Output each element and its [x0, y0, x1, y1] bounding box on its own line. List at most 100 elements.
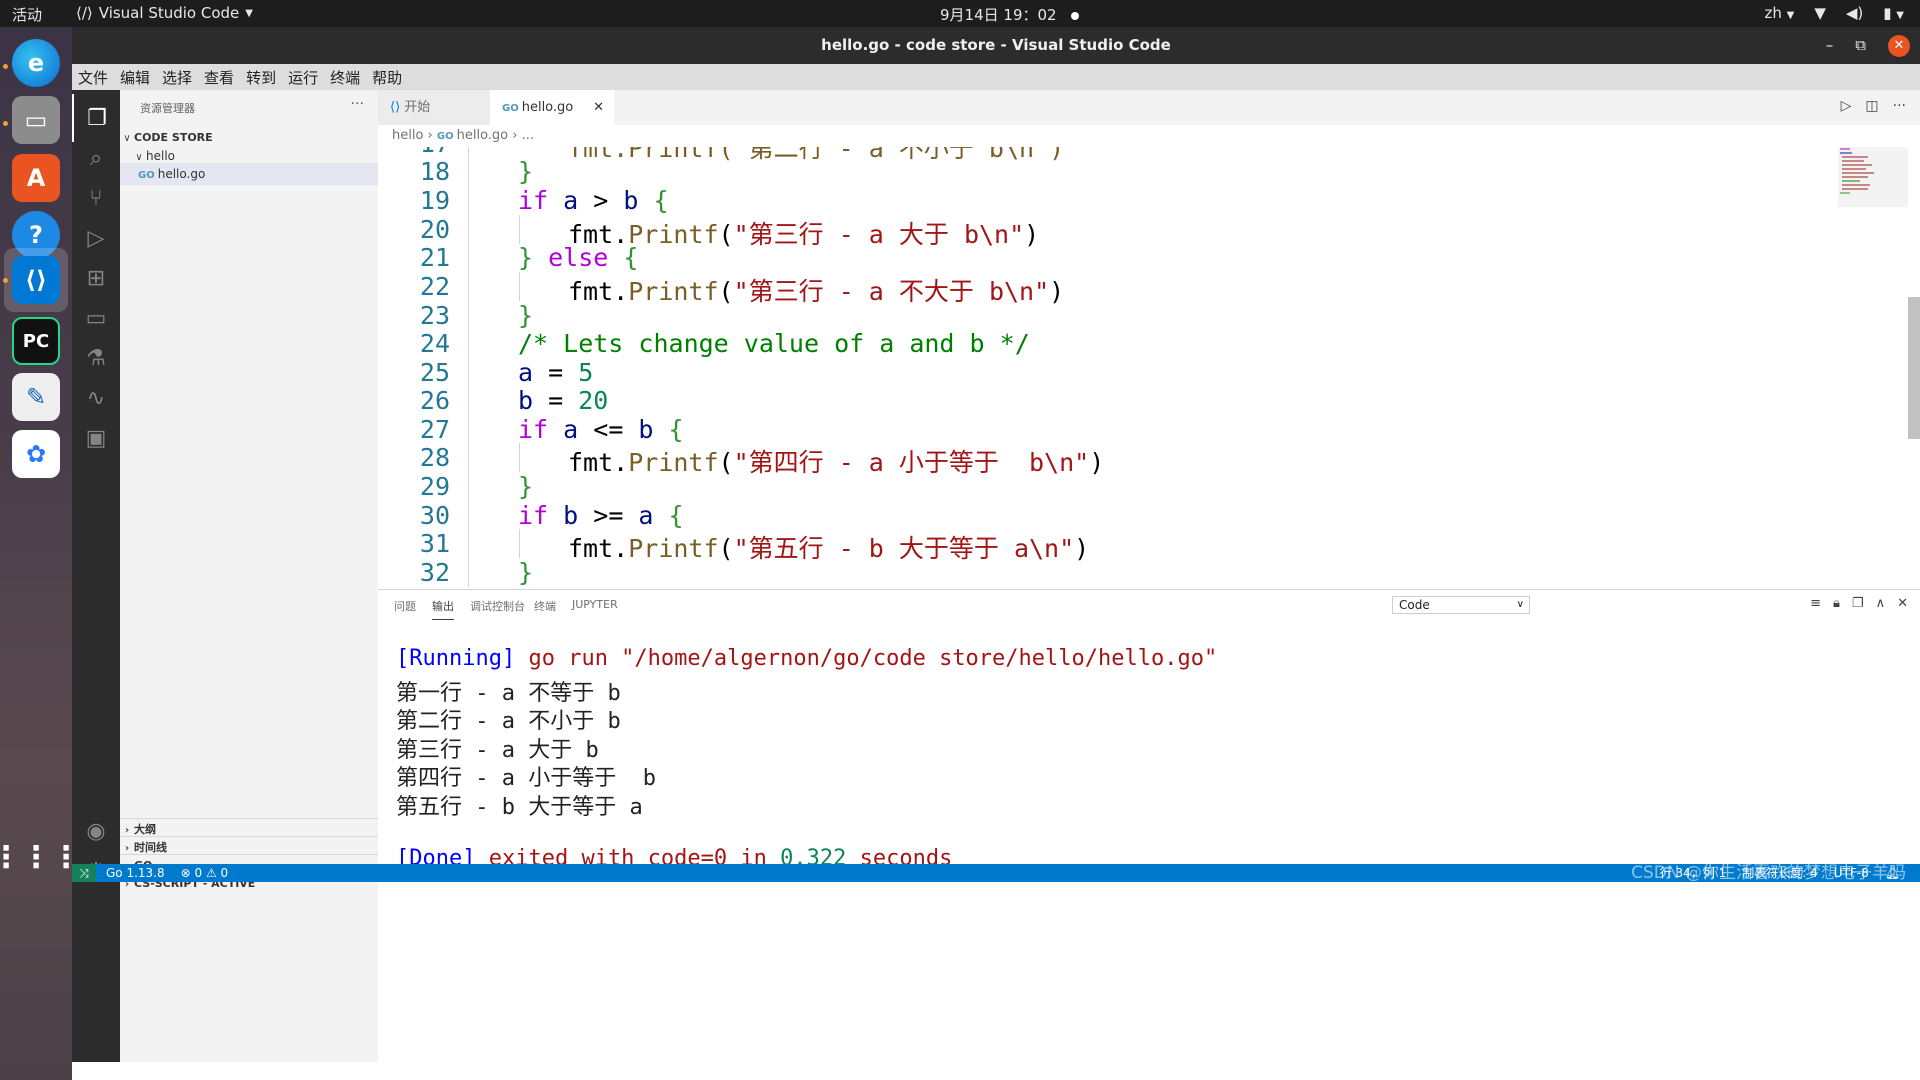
panel-tab-output[interactable]: 输出 — [432, 598, 454, 620]
editor-tab-bar: ⟨⟩ 开始 GO hello.go ✕ ▷ ◫ ··· — [378, 90, 1920, 125]
tab-welcome[interactable]: ⟨⟩ 开始 — [378, 90, 490, 125]
bottom-panel: 问题 输出 调试控制台 终端 JUPYTER Code ∨ ≡ 🔒︎ ❐ ∧ ✕ … — [378, 589, 1920, 891]
remote-indicator-icon[interactable]: ⤨ — [72, 864, 96, 882]
output-channel-select[interactable]: Code ∨ — [1392, 596, 1530, 614]
code-line: 20 fmt.Printf("第三行 - a 大于 b\n") — [378, 215, 1858, 249]
pycharm-icon[interactable]: PC — [12, 317, 60, 365]
baidu-netdisk-icon[interactable]: ✿ — [12, 430, 60, 478]
code-line: 19 if a > b { — [378, 186, 1858, 215]
code-text: if b >= a { — [518, 501, 684, 530]
line-number: 18 — [419, 157, 450, 186]
close-panel-icon[interactable]: ✕ — [1897, 596, 1908, 611]
go-version[interactable]: Go 1.13.8 — [106, 864, 165, 882]
vscode-icon[interactable]: ⟨⟩ — [12, 256, 60, 304]
code-text: } — [518, 472, 534, 501]
line-number: 29 — [419, 472, 450, 501]
code-line: 29} — [378, 472, 1858, 501]
panel-tab-debug-console[interactable]: 调试控制台 — [470, 598, 525, 620]
language-indicator[interactable]: zh ▼ — [1764, 4, 1794, 22]
output-line: 第二行 - a 不小于 b — [396, 709, 621, 735]
indentation[interactable]: 制表符长度: 4 — [1742, 864, 1818, 882]
vertical-scrollbar[interactable] — [1908, 297, 1920, 439]
menu-selection[interactable]: 选择 — [156, 64, 198, 90]
code-editor[interactable]: 17fmt.Printf("第二行 - a 不小于 b\n") 18} 19if… — [378, 147, 1920, 589]
breadcrumb-folder[interactable]: hello — [392, 128, 423, 143]
problems-count[interactable]: ⊗ 0 ⚠ 0 — [181, 864, 229, 882]
software-center-icon[interactable]: A — [12, 154, 60, 202]
code-line: 31 fmt.Printf("第五行 - b 大于等于 a\n") — [378, 529, 1858, 563]
number-literal: 20 — [578, 386, 609, 415]
close-tab-icon[interactable]: ✕ — [593, 90, 604, 125]
wifi-icon[interactable]: ▼ — [1814, 4, 1826, 22]
docker-icon[interactable]: ▣ — [72, 414, 120, 462]
line-number: 27 — [419, 415, 450, 444]
activity-bar: ❐ ⌕ ⑂ ▷ ⊞ ▭ ⚗ ∿ ▣ ◉ ⚙ — [72, 90, 120, 1062]
menu-help[interactable]: 帮助 — [366, 64, 408, 90]
code-text: } — [518, 558, 534, 587]
clear-output-icon[interactable]: ≡ — [1810, 596, 1821, 611]
lock-scroll-icon[interactable]: 🔒︎ — [1833, 596, 1840, 611]
show-apps-grid-icon[interactable]: ⋮⋮⋮ — [0, 833, 81, 881]
panel-actions: ≡ 🔒︎ ❐ ∧ ✕ — [1810, 596, 1908, 611]
panel-tab-jupyter[interactable]: JUPYTER — [572, 598, 618, 620]
tab-label: hello.go — [521, 100, 574, 115]
run-code-icon[interactable]: ▷ — [1841, 98, 1852, 114]
notification-dot-icon — [1070, 11, 1079, 20]
code-line: 18} — [378, 157, 1858, 186]
menu-file[interactable]: 文件 — [72, 64, 114, 90]
code-line: 30 if b >= a { — [378, 501, 1858, 530]
notifications-icon[interactable]: 🔔︎ — [1885, 864, 1900, 882]
text-editor-icon[interactable]: ✎ — [12, 373, 60, 421]
battery-icon[interactable]: ▮ ▼ — [1883, 4, 1904, 22]
open-in-editor-icon[interactable]: ❐ — [1852, 596, 1864, 611]
clock[interactable]: 9月14日 19：02 — [940, 4, 1079, 25]
breadcrumb-symbols[interactable]: ... — [522, 128, 534, 143]
system-top-bar: 活动 ⟨/⟩ Visual Studio Code ▼ 9月14日 19：02 … — [0, 0, 1920, 27]
volume-icon[interactable]: ◀) — [1846, 4, 1863, 22]
line-number: 19 — [419, 186, 450, 215]
minimize-icon[interactable]: – — [1826, 27, 1834, 64]
code-line: 25 a = 5 — [378, 358, 1858, 387]
output-log[interactable]: [Running] go run "/home/algernon/go/code… — [396, 646, 1217, 875]
system-tray[interactable]: zh ▼ ▼ ◀) ▮ ▼ — [1764, 4, 1904, 22]
code-line: 27 if a <= b { — [378, 415, 1858, 444]
menu-view[interactable]: 查看 — [198, 64, 240, 90]
close-window-icon[interactable]: ✕ — [1888, 34, 1910, 57]
more-actions-icon[interactable]: ··· — [351, 96, 364, 112]
cursor-position[interactable]: 行 34，列 1 — [1660, 864, 1727, 882]
code-text: if a <= b { — [518, 415, 684, 444]
menu-edit[interactable]: 编辑 — [114, 64, 156, 90]
line-number: 22 — [419, 272, 450, 301]
line-number: 24 — [419, 329, 450, 358]
files-icon[interactable]: ▭ — [12, 96, 60, 144]
maximize-panel-icon[interactable]: ∧ — [1876, 596, 1886, 611]
app-menu[interactable]: ⟨/⟩ Visual Studio Code ▼ — [76, 4, 253, 22]
menu-run[interactable]: 运行 — [282, 64, 324, 90]
go-file-icon: GO — [502, 103, 519, 114]
minimap[interactable] — [1838, 147, 1908, 207]
line-number: 28 — [419, 443, 450, 472]
maximize-icon[interactable]: ⧉ — [1855, 27, 1866, 64]
file-hello-go[interactable]: GO hello.go — [120, 163, 378, 185]
breadcrumb-file[interactable]: hello.go — [457, 128, 509, 143]
status-bar: ⤨ Go 1.13.8 ⊗ 0 ⚠ 0 行 34，列 1 制表符长度: 4 UT… — [72, 864, 1920, 882]
folder-label: hello — [146, 149, 175, 163]
code-comment: /* Lets change value of a and b */ — [518, 329, 1030, 358]
encoding[interactable]: UTF-8 — [1834, 864, 1869, 882]
file-label: hello.go — [157, 167, 206, 181]
panel-tab-problems[interactable]: 问题 — [394, 598, 416, 620]
code-line: 21} else { — [378, 243, 1858, 272]
output-line: [Running] go run "/home/algernon/go/code… — [396, 646, 1217, 675]
running-indicator — [3, 278, 8, 283]
activities-button[interactable]: 活动 — [12, 4, 42, 25]
more-actions-icon[interactable]: ··· — [1893, 98, 1906, 114]
panel-tab-terminal[interactable]: 终端 — [534, 598, 556, 620]
split-editor-icon[interactable]: ◫ — [1865, 98, 1878, 114]
tab-hello-go[interactable]: GO hello.go ✕ — [490, 90, 614, 125]
code-text: if a > b { — [518, 186, 669, 215]
line-number: 31 — [419, 529, 450, 558]
menu-go[interactable]: 转到 — [240, 64, 282, 90]
menu-terminal[interactable]: 终端 — [324, 64, 366, 90]
edge-browser-icon[interactable]: e — [12, 39, 60, 87]
go-file-icon: GO — [436, 131, 454, 142]
